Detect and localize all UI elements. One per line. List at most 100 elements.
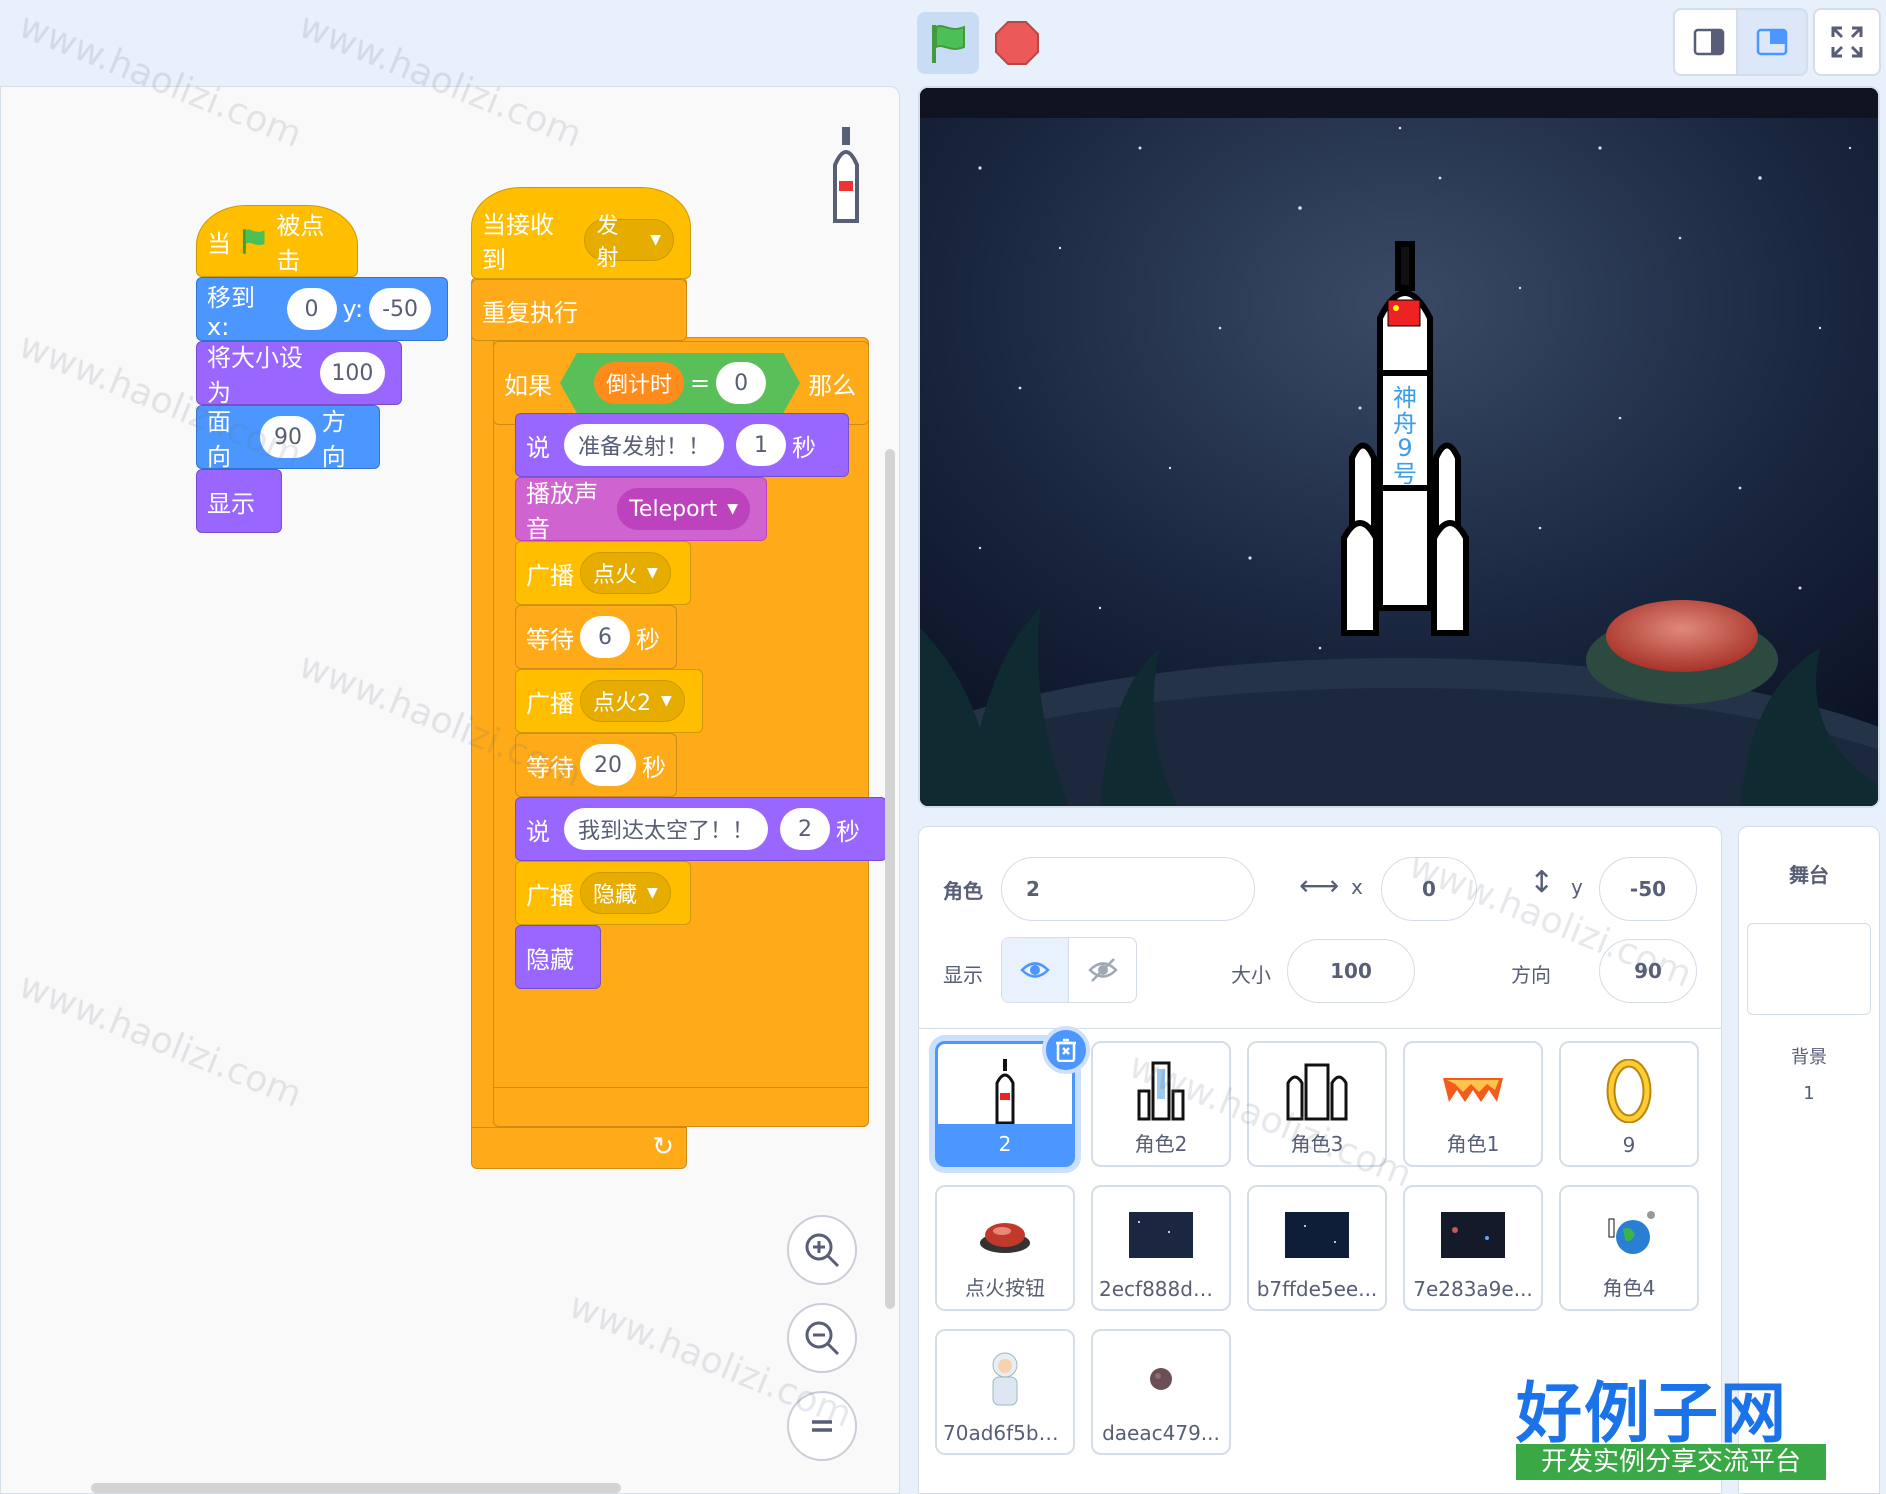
point-input[interactable]: 90 [260,416,316,458]
code-workspace[interactable]: 当 被点击 移到 x: 0 y: -50 将大小设为 100 面向 90 方向 … [0,86,900,1494]
sprite-tile-role2[interactable]: 角色2 [1091,1041,1231,1167]
when-flag-clicked-block[interactable]: 当 被点击 [196,205,358,277]
zoom-in-button[interactable] [787,1215,857,1285]
logo-sub: 开发实例分享交流平台 [1516,1444,1826,1480]
sprite-tile-daea[interactable]: daeac479... [1091,1329,1231,1455]
small-stage-button[interactable] [1673,8,1745,76]
wait2-label: 等待 [526,753,574,782]
broadcast-block-1[interactable]: 广播 点火 ▼ [515,541,691,605]
receive-message-dropdown[interactable]: 发射 ▼ [583,214,674,271]
backdrop-label: 背景 [1791,1047,1827,1068]
fullscreen-button[interactable] [1813,8,1881,76]
if-block-bottom [493,1087,869,1127]
sound-dropdown[interactable]: Teleport ▼ [617,488,750,530]
say1-secs-input[interactable]: 1 [736,424,787,466]
when-i-receive-block[interactable]: 当接收到 发射 ▼ [471,187,691,279]
show-toggle [1001,937,1137,1003]
broadcast3-label: 广播 [526,881,574,910]
equals-value-input[interactable]: 0 [716,362,767,404]
current-sprite-thumbnail [833,127,859,223]
fullscreen-icon [1831,26,1863,58]
sprite-name-input[interactable]: 2 [1001,857,1255,921]
wait1-label: 等待 [526,625,574,654]
broadcast3-msg: 隐藏 [593,883,638,908]
zoom-out-button[interactable] [787,1303,857,1373]
sprite-tile-role3[interactable]: 角色3 [1247,1041,1387,1167]
x-input[interactable]: 0 [1381,857,1477,921]
show-hidden-button[interactable] [1069,938,1136,1002]
sprite-tile-ignition[interactable]: 点火按钮 [935,1185,1075,1311]
point-label: 面向 [207,408,231,471]
delete-sprite-button[interactable] [1042,1026,1090,1074]
sprite-tile-70ad[interactable]: 70ad6f5b4... [935,1329,1075,1455]
sprite-tile-role4[interactable]: 角色4 [1559,1185,1699,1311]
wait-block-1[interactable]: 等待 6 秒 [515,605,677,669]
goto-y-label: y: [342,295,364,323]
sprite-tile-9[interactable]: 9 [1559,1041,1699,1167]
horizontal-scrollbar[interactable] [91,1483,621,1493]
stage-thumbnail[interactable] [1747,923,1871,1015]
stop-button[interactable] [990,16,1044,70]
rocket-body-icon [1137,1061,1185,1121]
chevron-down-icon: ▼ [650,232,661,248]
size-label: 大小 [1231,963,1271,987]
broadcast2-dropdown[interactable]: 点火2 ▼ [580,680,685,722]
rocket-text-1: 神 [1393,384,1417,412]
size-input[interactable]: 100 [1287,939,1415,1003]
sprite-tile-2ecf[interactable]: 2ecf888d0... [1091,1185,1231,1311]
sprite-name-daea: daeac479... [1102,1421,1220,1445]
set-size-block[interactable]: 将大小设为 100 [196,341,402,407]
play-sound-block[interactable]: 播放声音 Teleport ▼ [515,477,767,543]
backdrop-count: 1 [1803,1083,1815,1104]
sprite-name-2ecf: 2ecf888d0... [1099,1277,1225,1301]
sprite-thumb-daea [1093,1341,1229,1417]
rocket-text-3: 9 [1397,434,1412,462]
say2-secs-input[interactable]: 2 [780,808,831,850]
chevron-down-icon: ▼ [661,693,672,709]
wait1-input[interactable]: 6 [580,616,630,658]
rocket-sprite-icon [995,1059,1015,1125]
show-block[interactable]: 显示 [196,469,282,533]
broadcast3-dropdown[interactable]: 隐藏 ▼ [580,872,671,914]
countdown-variable[interactable]: 倒计时 [594,362,685,404]
wait2-input[interactable]: 20 [580,744,636,786]
sprite-name-9: 9 [1622,1133,1636,1157]
say-for-secs-block-2[interactable]: 说 我到达太空了！！ 2 秒 [515,797,887,861]
broadcast-block-2[interactable]: 广播 点火2 ▼ [515,669,703,733]
goto-y-input[interactable]: -50 [369,288,431,330]
hide-label: 隐藏 [526,945,574,974]
say2-text-input[interactable]: 我到达太空了！！ [564,808,769,850]
logo-main: 好例子网 [1516,1375,1788,1452]
equals-operator[interactable]: 倒计时 = 0 [560,353,801,413]
goto-x-input[interactable]: 0 [286,288,337,330]
zoom-reset-button[interactable] [787,1391,857,1461]
direction-input[interactable]: 90 [1599,939,1697,1003]
sprite-tile-7e28[interactable]: 7e283a9e... [1403,1185,1543,1311]
forever-block[interactable]: 重复执行 [471,279,687,341]
wait-block-2[interactable]: 等待 20 秒 [515,733,677,797]
hide-block[interactable]: 隐藏 [515,925,601,989]
sprite-tile-2[interactable]: 2 [935,1026,1090,1167]
setsize-input[interactable]: 100 [319,352,385,394]
broadcast-block-3[interactable]: 广播 隐藏 ▼ [515,861,691,925]
say-for-secs-block-1[interactable]: 说 准备发射！！ 1 秒 [515,413,849,477]
space-backdrop-icon [1129,1212,1193,1258]
stage-canvas[interactable]: 神 舟 9 号 [918,86,1880,808]
goto-label: 移到 x: [207,283,255,341]
y-input[interactable]: -50 [1599,857,1697,921]
point-direction-block[interactable]: 面向 90 方向 [196,405,380,471]
chevron-down-icon: ▼ [647,565,658,581]
sprite-tile-b7ff[interactable]: b7ffde5ee... [1247,1185,1387,1311]
say1-text-input[interactable]: 准备发射！！ [564,424,725,466]
go-to-xy-block[interactable]: 移到 x: 0 y: -50 [196,277,448,341]
large-stage-button[interactable] [1736,8,1808,76]
stop-icon [995,21,1039,65]
rocket-text-4: 号 [1393,460,1417,488]
show-visible-button[interactable] [1002,938,1069,1002]
hat-clicked-label: 被点击 [276,212,325,275]
watermark-logo: 好例子网 开发实例分享交流平台 [1510,1360,1830,1490]
green-flag-button[interactable] [917,12,979,74]
vertical-scrollbar[interactable] [885,449,895,1309]
broadcast1-dropdown[interactable]: 点火 ▼ [580,552,671,594]
sprite-tile-role1[interactable]: 角色1 [1403,1041,1543,1167]
